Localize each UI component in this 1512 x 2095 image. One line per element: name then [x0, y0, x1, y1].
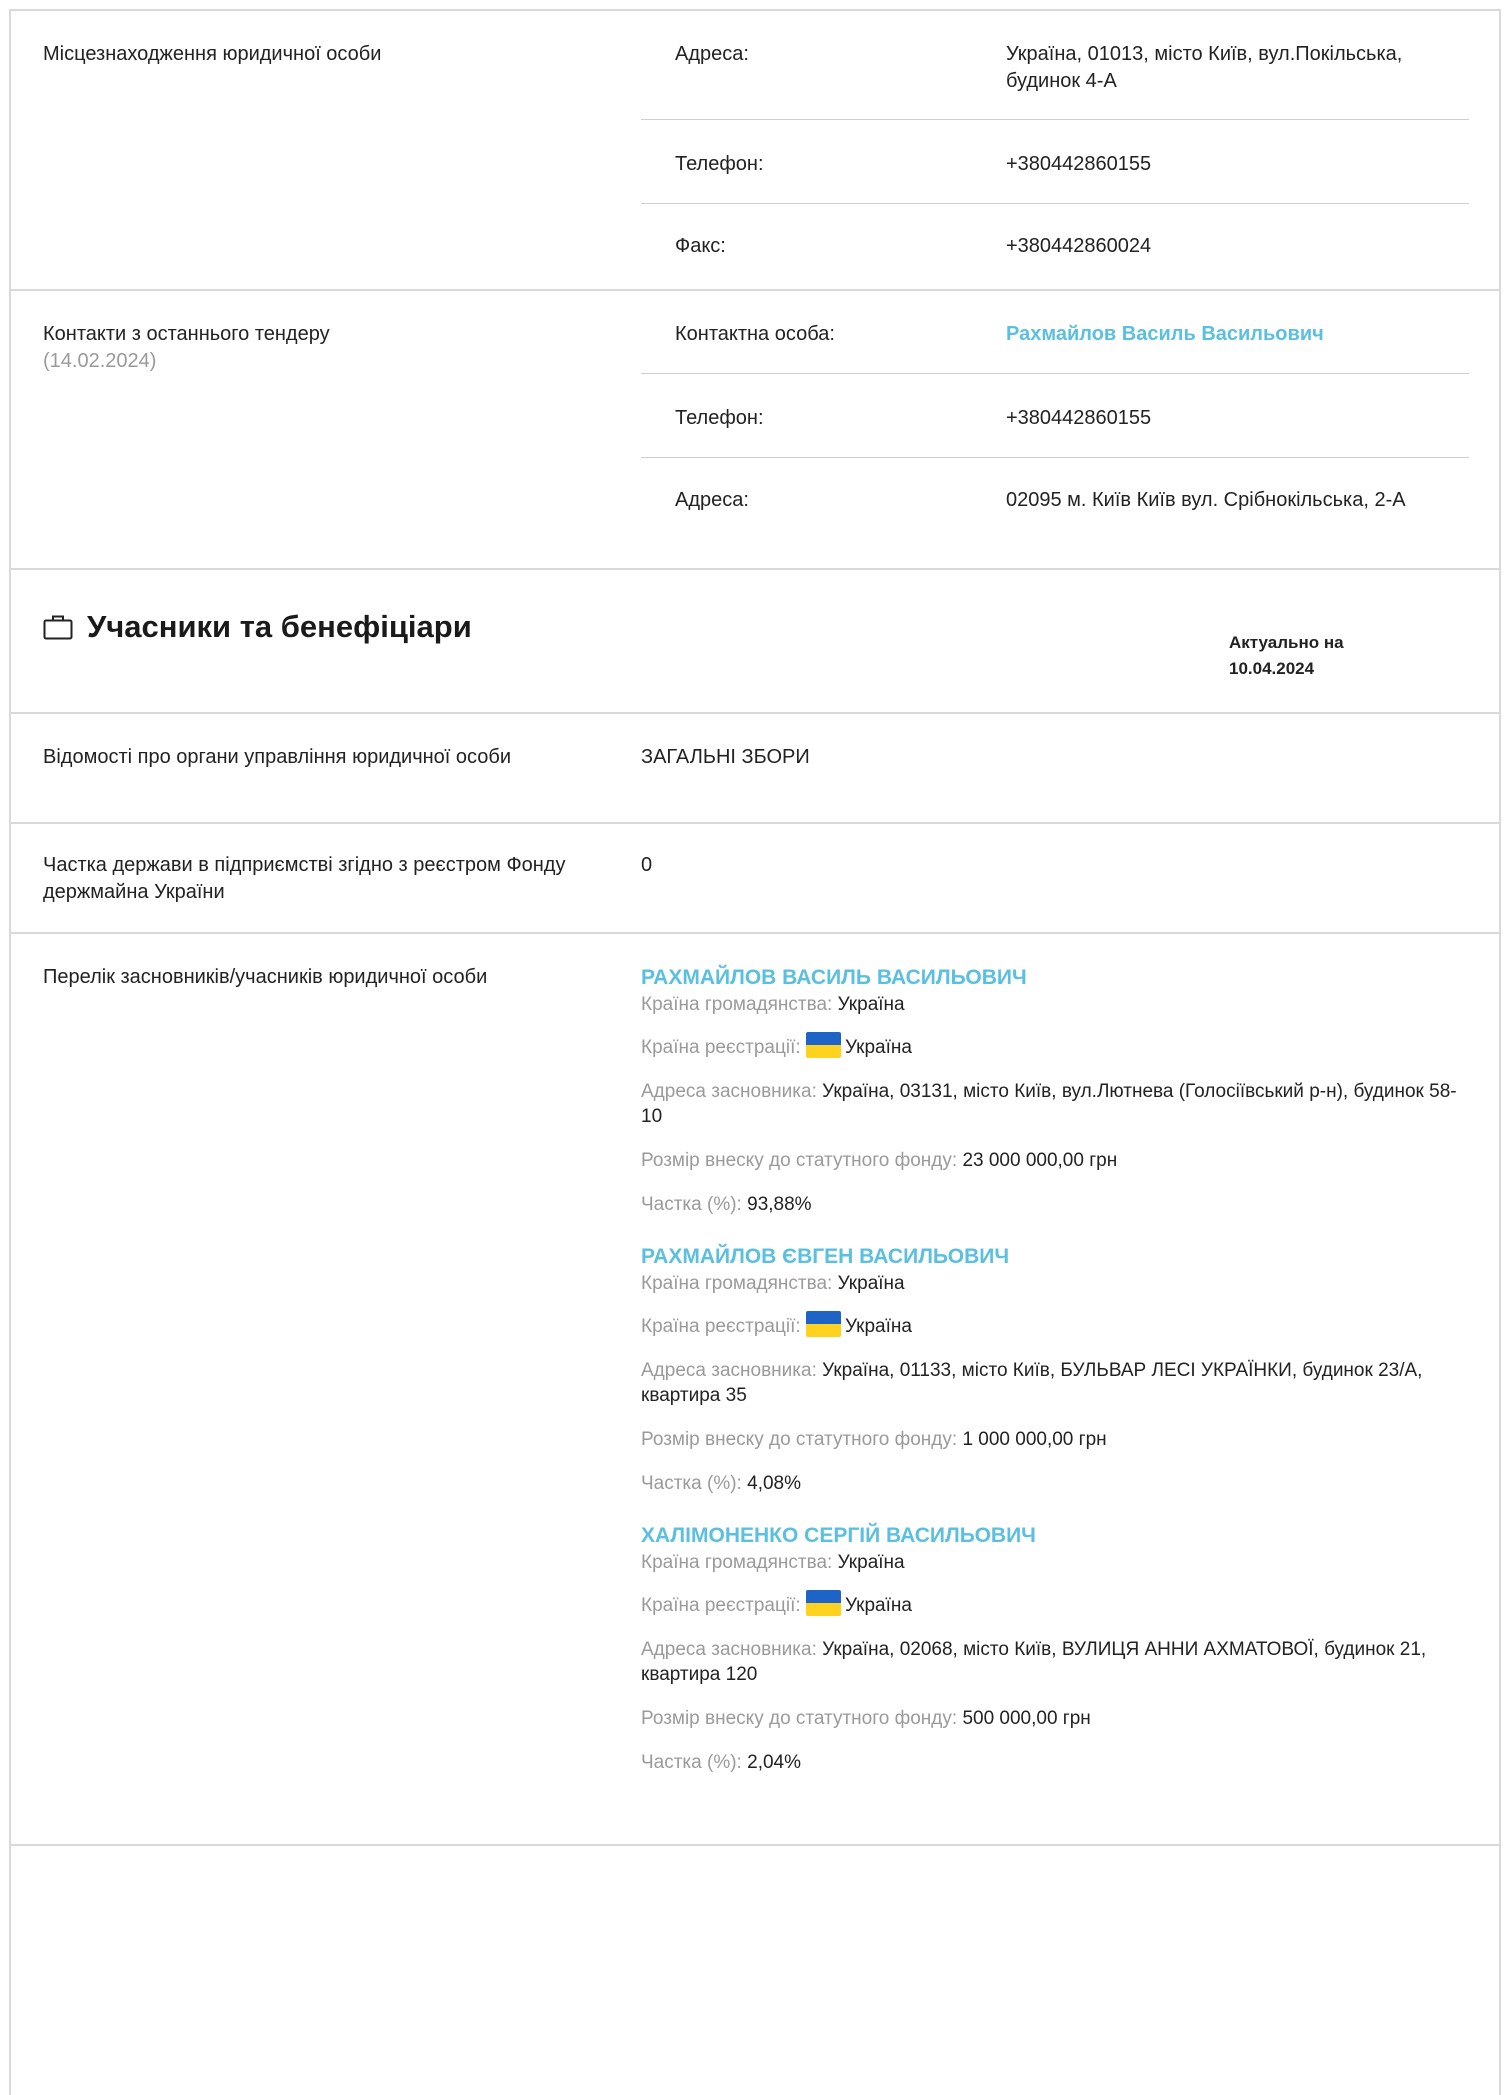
- founder-name-link[interactable]: ХАЛІМОНЕНКО СЕРГІЙ ВАСИЛЬОВИЧ: [641, 1524, 1036, 1547]
- briefcase-icon: [43, 615, 73, 640]
- founder-registration: Країна реєстрації: Україна: [641, 1310, 1461, 1340]
- document-frame: Місцезнаходження юридичної особи Адреса:…: [9, 9, 1501, 2095]
- address-value: Україна, 01013, місто Київ, вул.Покільсь…: [1006, 43, 1403, 92]
- location-section: Місцезнаходження юридичної особи Адреса:…: [11, 11, 1499, 291]
- participants-header: Учасники та бенефіціари Актуально на 10.…: [11, 570, 1499, 712]
- founder-item: РАХМАЙЛОВ ЄВГЕН ВАСИЛЬОВИЧ Країна громад…: [641, 1243, 1461, 1522]
- founder-share: Частка (%): 93,88%: [641, 1193, 812, 1215]
- participants-title-block: Учасники та бенефіціари: [43, 606, 472, 648]
- state-share-section: Частка держави в підприємстві згідно з р…: [11, 824, 1499, 932]
- as-of-block: Актуально на 10.04.2024: [1229, 630, 1344, 681]
- tender-label-text: Контакти з останнього тендеру: [43, 323, 330, 345]
- fax-key: Факс:: [675, 235, 726, 257]
- founder-address: Адреса засновника: Україна, 01133, місто…: [641, 1359, 1423, 1407]
- tender-phone-value: +380442860155: [1006, 407, 1152, 429]
- state-share-value: 0: [641, 854, 653, 876]
- founder-citizenship: Країна громадянства: Україна: [641, 1552, 905, 1574]
- tender-label: Контакти з останнього тендеру (14.02.202…: [43, 321, 583, 375]
- phone-value: +380442860155: [1006, 153, 1152, 175]
- founder-item: РАХМАЙЛОВ ВАСИЛЬ ВАСИЛЬОВИЧ Країна грома…: [641, 964, 1461, 1243]
- tender-section: Контакти з останнього тендеру (14.02.202…: [11, 291, 1499, 581]
- row-divider: [641, 119, 1469, 120]
- founder-registration: Країна реєстрації: Україна: [641, 1031, 1461, 1061]
- founder-item: ХАЛІМОНЕНКО СЕРГІЙ ВАСИЛЬОВИЧ Країна гро…: [641, 1522, 1461, 1775]
- founder-registration: Країна реєстрації: Україна: [641, 1589, 1461, 1619]
- founder-contribution: Розмір внеску до статутного фонду: 23 00…: [641, 1149, 1118, 1171]
- tender-phone-key: Телефон:: [675, 407, 764, 429]
- fax-value: +380442860024: [1006, 235, 1152, 257]
- governance-label: Відомості про органи управління юридично…: [43, 746, 512, 768]
- founder-contribution: Розмір внеску до статутного фонду: 500 0…: [641, 1707, 1091, 1729]
- governance-section: Відомості про органи управління юридично…: [11, 714, 1499, 822]
- founder-citizenship: Країна громадянства: Україна: [641, 1273, 905, 1295]
- tender-address-key: Адреса:: [675, 489, 749, 511]
- location-label: Місцезнаходження юридичної особи: [43, 43, 382, 65]
- state-share-label: Частка держави в підприємстві згідно з р…: [43, 854, 566, 903]
- tender-address-value: 02095 м. Київ Київ вул. Срібнокільська, …: [1006, 489, 1406, 511]
- section-divider: [11, 1844, 1499, 1846]
- founder-address: Адреса засновника: Україна, 02068, місто…: [641, 1638, 1427, 1686]
- row-divider: [641, 457, 1469, 458]
- row-divider: [641, 203, 1469, 204]
- governance-value: ЗАГАЛЬНІ ЗБОРИ: [641, 746, 810, 768]
- tender-date: (14.02.2024): [43, 350, 157, 372]
- founders-section: Перелік засновників/учасників юридичної …: [11, 934, 1499, 1842]
- participants-title: Учасники та бенефіціари: [87, 609, 472, 644]
- founder-share: Частка (%): 2,04%: [641, 1751, 801, 1773]
- founder-name-link[interactable]: РАХМАЙЛОВ ВАСИЛЬ ВАСИЛЬОВИЧ: [641, 966, 1027, 989]
- founder-share: Частка (%): 4,08%: [641, 1472, 801, 1494]
- as-of-date: 10.04.2024: [1229, 658, 1315, 678]
- ukraine-flag-icon: [805, 1031, 841, 1058]
- founders-label: Перелік засновників/учасників юридичної …: [43, 966, 488, 988]
- founder-contribution: Розмір внеску до статутного фонду: 1 000…: [641, 1428, 1107, 1450]
- founder-name-link[interactable]: РАХМАЙЛОВ ЄВГЕН ВАСИЛЬОВИЧ: [641, 1245, 1009, 1268]
- founder-citizenship: Країна громадянства: Україна: [641, 994, 905, 1016]
- as-of-label: Актуально на: [1229, 633, 1344, 652]
- contact-person-key: Контактна особа:: [675, 323, 835, 345]
- ukraine-flag-icon: [805, 1589, 841, 1616]
- contact-person-link[interactable]: Рахмайлов Василь Васильович: [1006, 321, 1466, 348]
- address-key: Адреса:: [675, 43, 749, 65]
- ukraine-flag-icon: [805, 1310, 841, 1337]
- phone-key: Телефон:: [675, 153, 764, 175]
- founder-address: Адреса засновника: Україна, 03131, місто…: [641, 1080, 1457, 1128]
- founders-list: РАХМАЙЛОВ ВАСИЛЬ ВАСИЛЬОВИЧ Країна грома…: [641, 964, 1461, 1775]
- row-divider: [641, 373, 1469, 374]
